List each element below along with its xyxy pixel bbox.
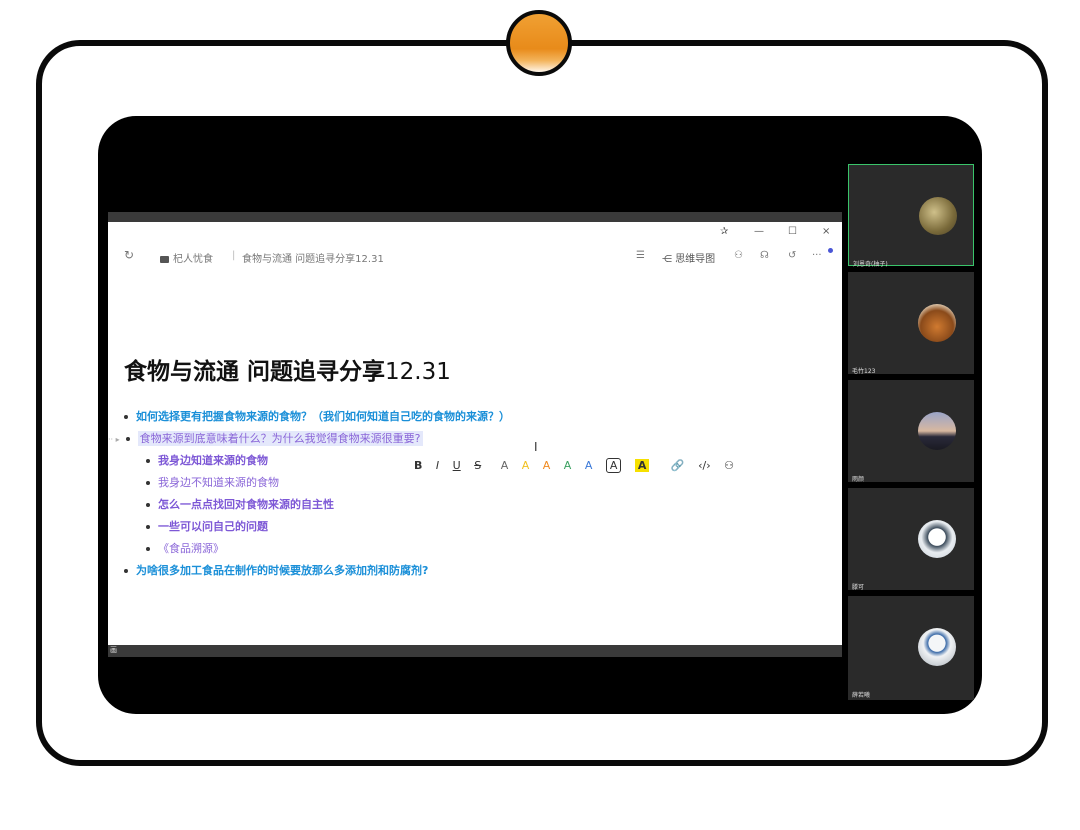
breadcrumb-doc[interactable]: 食物与流通 问题追寻分享12.31: [242, 250, 384, 265]
list-item-selected[interactable]: ‧‧ ▸ 食物来源到底意味着什么？为什么我觉得食物来源很重要?: [108, 430, 423, 446]
avatar: [918, 412, 956, 450]
page-title: 食物与流通 问题追寻分享12.31: [124, 352, 451, 386]
list-item-text: 《食品溯源》: [158, 542, 224, 555]
bold-button[interactable]: B: [414, 459, 422, 472]
doc-toolbar: ↻ 杞人忧食 | 食物与流通 问题追寻分享12.31 ☰ ⋲ 思维导图 ⚇ ☊ …: [108, 248, 842, 272]
participant-tile[interactable]: 滕可: [848, 488, 974, 591]
participant-name: 雨颜: [852, 476, 865, 483]
avatar: [918, 304, 956, 342]
text-color-blue[interactable]: A: [585, 459, 593, 472]
doc-app-window: ✰ — ☐ × ↻ 杞人忧食 | 食物与流通 问题追寻分享12.31 ☰ ⋲ 思…: [108, 212, 842, 657]
collaborators-icon[interactable]: ☊: [760, 250, 769, 261]
breadcrumb-separator: |: [232, 250, 236, 261]
bullet: [124, 569, 128, 573]
bullet: [124, 415, 128, 419]
participant-tile[interactable]: 毛竹123: [848, 272, 974, 375]
participant-tile[interactable]: 薛若曦: [848, 596, 974, 700]
italic-button[interactable]: I: [436, 459, 439, 472]
breadcrumb-folder-label: 杞人忧食: [173, 254, 213, 265]
participant-tile[interactable]: 雨颜: [848, 380, 974, 483]
avatar: [918, 520, 956, 558]
title-text: 食物与流通 问题追寻分享: [124, 359, 386, 385]
breadcrumb-folder[interactable]: 杞人忧食: [160, 250, 213, 265]
text-color-gray[interactable]: A: [501, 459, 509, 472]
orange-pin-decoration: [506, 10, 572, 76]
list-item-text: 我身边不知道来源的食物: [158, 476, 279, 489]
list-item[interactable]: 一些可以问自己的问题: [146, 518, 268, 534]
list-item[interactable]: 《食品溯源》: [146, 540, 224, 556]
participant-name: 薛若曦: [852, 692, 871, 699]
outline-icon[interactable]: ☰: [636, 250, 645, 261]
bottom-bar-label: 画: [110, 646, 117, 654]
more-icon[interactable]: ···: [812, 250, 822, 261]
minimize-icon[interactable]: —: [754, 226, 764, 237]
list-item-text: 为啥很多加工食品在制作的时候要放那么多添加剂和防腐剂?: [136, 564, 429, 577]
text-border-button[interactable]: A: [605, 458, 622, 473]
participant-tile[interactable]: 刘恩奇(柚子): [848, 164, 974, 268]
list-item-text: 如何选择更有把握食物来源的食物？（我们如何知道自己吃的食物的来源？）: [136, 410, 510, 423]
mindmap-label: 思维导图: [675, 254, 716, 265]
list-item[interactable]: 我身边不知道来源的食物: [146, 474, 279, 490]
bullet: [146, 547, 150, 551]
list-item[interactable]: 我身边知道来源的食物: [146, 452, 268, 468]
list-item[interactable]: 怎么一点点找回对食物来源的自主性: [146, 496, 334, 512]
text-cursor-icon: I: [534, 440, 538, 454]
text-color-orange[interactable]: A: [543, 459, 551, 472]
format-toolbar: B I U S A A A A A A A 🔗 ‹/› ⚇: [414, 458, 744, 473]
share-icon[interactable]: ⚇: [734, 250, 743, 261]
bullet: [146, 503, 150, 507]
avatar: [919, 197, 957, 235]
code-icon[interactable]: ‹/›: [698, 459, 711, 472]
app-bottom-bar: 画: [108, 645, 842, 657]
bullet: [146, 459, 150, 463]
bullet: [125, 437, 130, 441]
underline-button[interactable]: U: [453, 459, 461, 472]
list-item[interactable]: 为啥很多加工食品在制作的时候要放那么多添加剂和防腐剂?: [124, 562, 428, 578]
list-item[interactable]: 如何选择更有把握食物来源的食物？（我们如何知道自己吃的食物的来源？）: [124, 408, 510, 424]
app-top-bar: [108, 212, 842, 222]
link-icon[interactable]: 🔗: [671, 459, 685, 472]
close-icon[interactable]: ×: [822, 226, 830, 237]
list-item-text: 我身边知道来源的食物: [158, 454, 268, 467]
refresh-icon[interactable]: ↻: [124, 248, 134, 262]
list-item-text: 怎么一点点找回对食物来源的自主性: [158, 498, 334, 511]
list-item-text: 一些可以问自己的问题: [158, 520, 268, 533]
history-icon[interactable]: ↺: [788, 250, 796, 261]
text-highlight-button[interactable]: A: [634, 459, 650, 472]
bullet: [146, 525, 150, 529]
folder-icon: [160, 255, 169, 263]
strikethrough-button[interactable]: S: [474, 459, 481, 472]
participant-name: 滕可: [852, 584, 865, 591]
mindmap-button[interactable]: ⋲ 思维导图: [662, 250, 715, 265]
text-color-green[interactable]: A: [564, 459, 572, 472]
participant-name: 刘恩奇(柚子): [853, 261, 888, 268]
bullet: [146, 481, 150, 485]
title-number: 12.31: [385, 359, 451, 385]
maximize-icon[interactable]: ☐: [788, 226, 797, 237]
more-format-icon[interactable]: ⚇: [724, 459, 734, 472]
notification-dot: [828, 248, 833, 253]
drag-handle-icon[interactable]: ‧‧ ▸: [108, 435, 120, 444]
text-color-yellow[interactable]: A: [522, 459, 530, 472]
avatar: [918, 628, 956, 666]
list-item-text: 食物来源到底意味着什么？为什么我觉得食物来源很重要?: [137, 431, 423, 446]
participant-name: 毛竹123: [852, 368, 876, 375]
pin-window-icon[interactable]: ✰: [720, 226, 728, 237]
